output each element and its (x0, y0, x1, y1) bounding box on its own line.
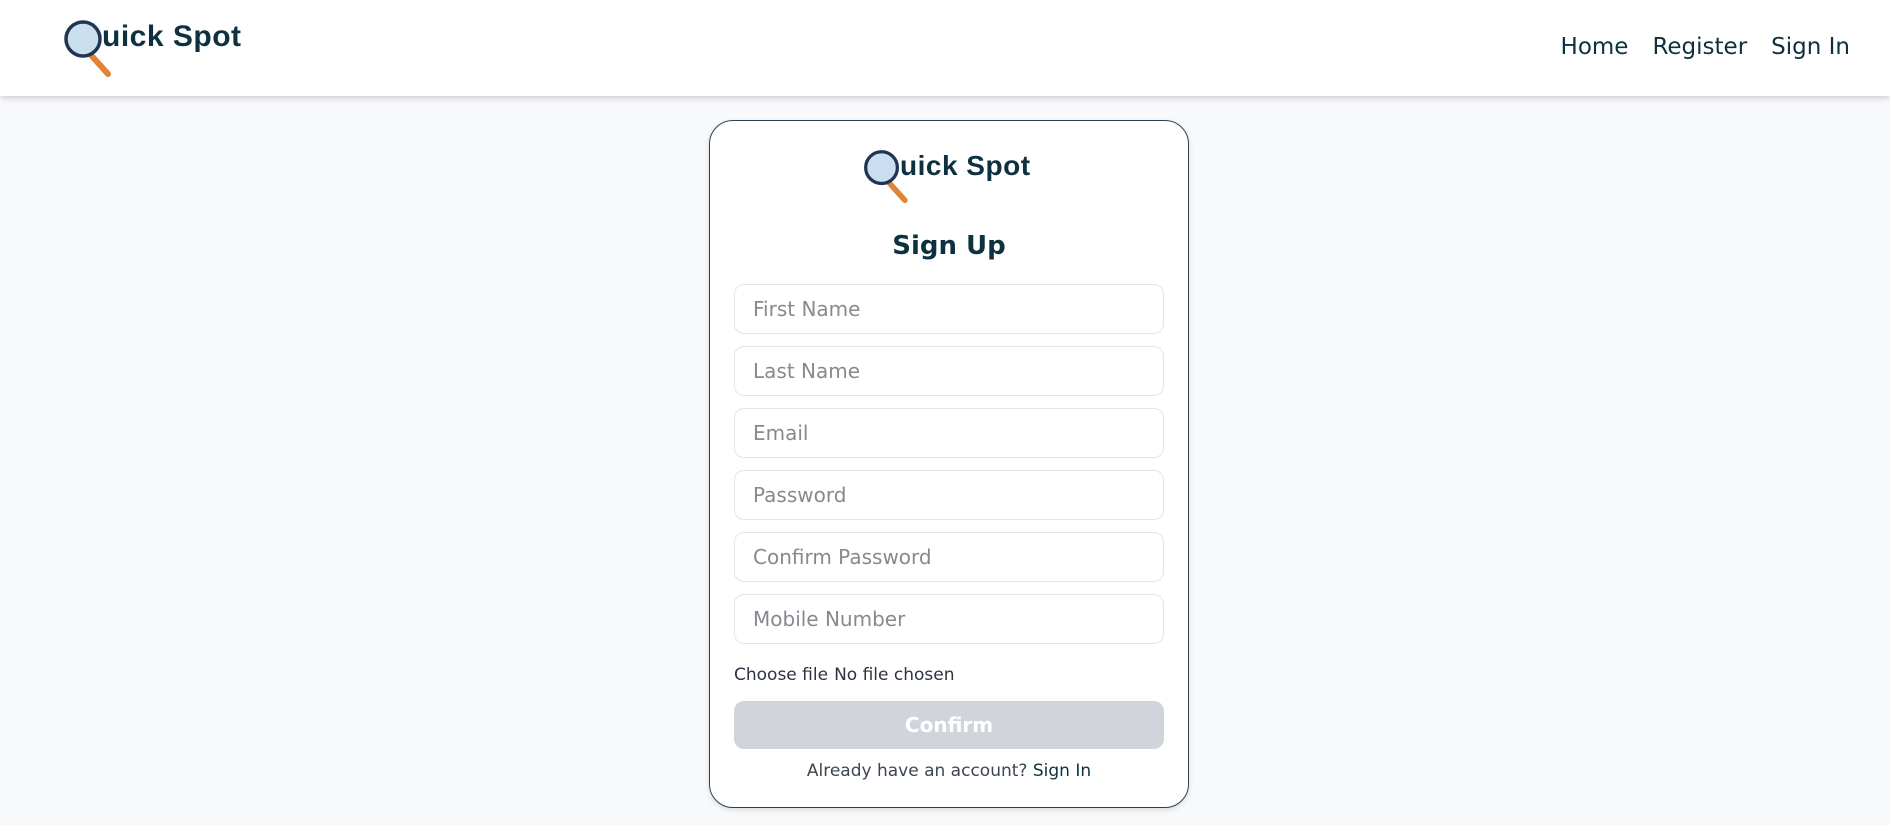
nav-links: Home Register Sign In (1561, 34, 1850, 60)
sign-in-prompt: Already have an account? Sign In (710, 761, 1188, 781)
sign-in-link[interactable]: Sign In (1033, 761, 1091, 781)
page-title: Sign Up (892, 231, 1006, 261)
mobile-number-field[interactable] (734, 594, 1164, 644)
magnifying-glass-icon (863, 148, 915, 204)
signup-card: uick Spot Sign Up Choose file No file ch… (709, 120, 1189, 808)
nav-link-register[interactable]: Register (1652, 34, 1747, 60)
card-brand-name: uick Spot (900, 150, 1031, 181)
last-name-field[interactable] (734, 346, 1164, 396)
top-navbar: uick Spot Home Register Sign In (0, 0, 1890, 96)
first-name-field[interactable] (734, 284, 1164, 334)
brand-name: uick Spot (102, 20, 242, 53)
magnifying-glass-icon (64, 18, 118, 78)
card-brand-logo: uick Spot (863, 148, 1031, 204)
brand-logo-link[interactable]: uick Spot (64, 18, 242, 78)
file-status: No file chosen (834, 665, 955, 685)
email-field[interactable] (734, 408, 1164, 458)
file-upload: Choose file No file chosen (734, 665, 955, 685)
confirm-password-field[interactable] (734, 532, 1164, 582)
nav-link-home[interactable]: Home (1561, 34, 1629, 60)
sign-in-prompt-text: Already have an account? (806, 761, 1028, 781)
confirm-button[interactable]: Confirm (734, 701, 1164, 749)
choose-file-button[interactable]: Choose file (734, 665, 828, 685)
password-field[interactable] (734, 470, 1164, 520)
nav-link-sign-in[interactable]: Sign In (1771, 34, 1850, 60)
